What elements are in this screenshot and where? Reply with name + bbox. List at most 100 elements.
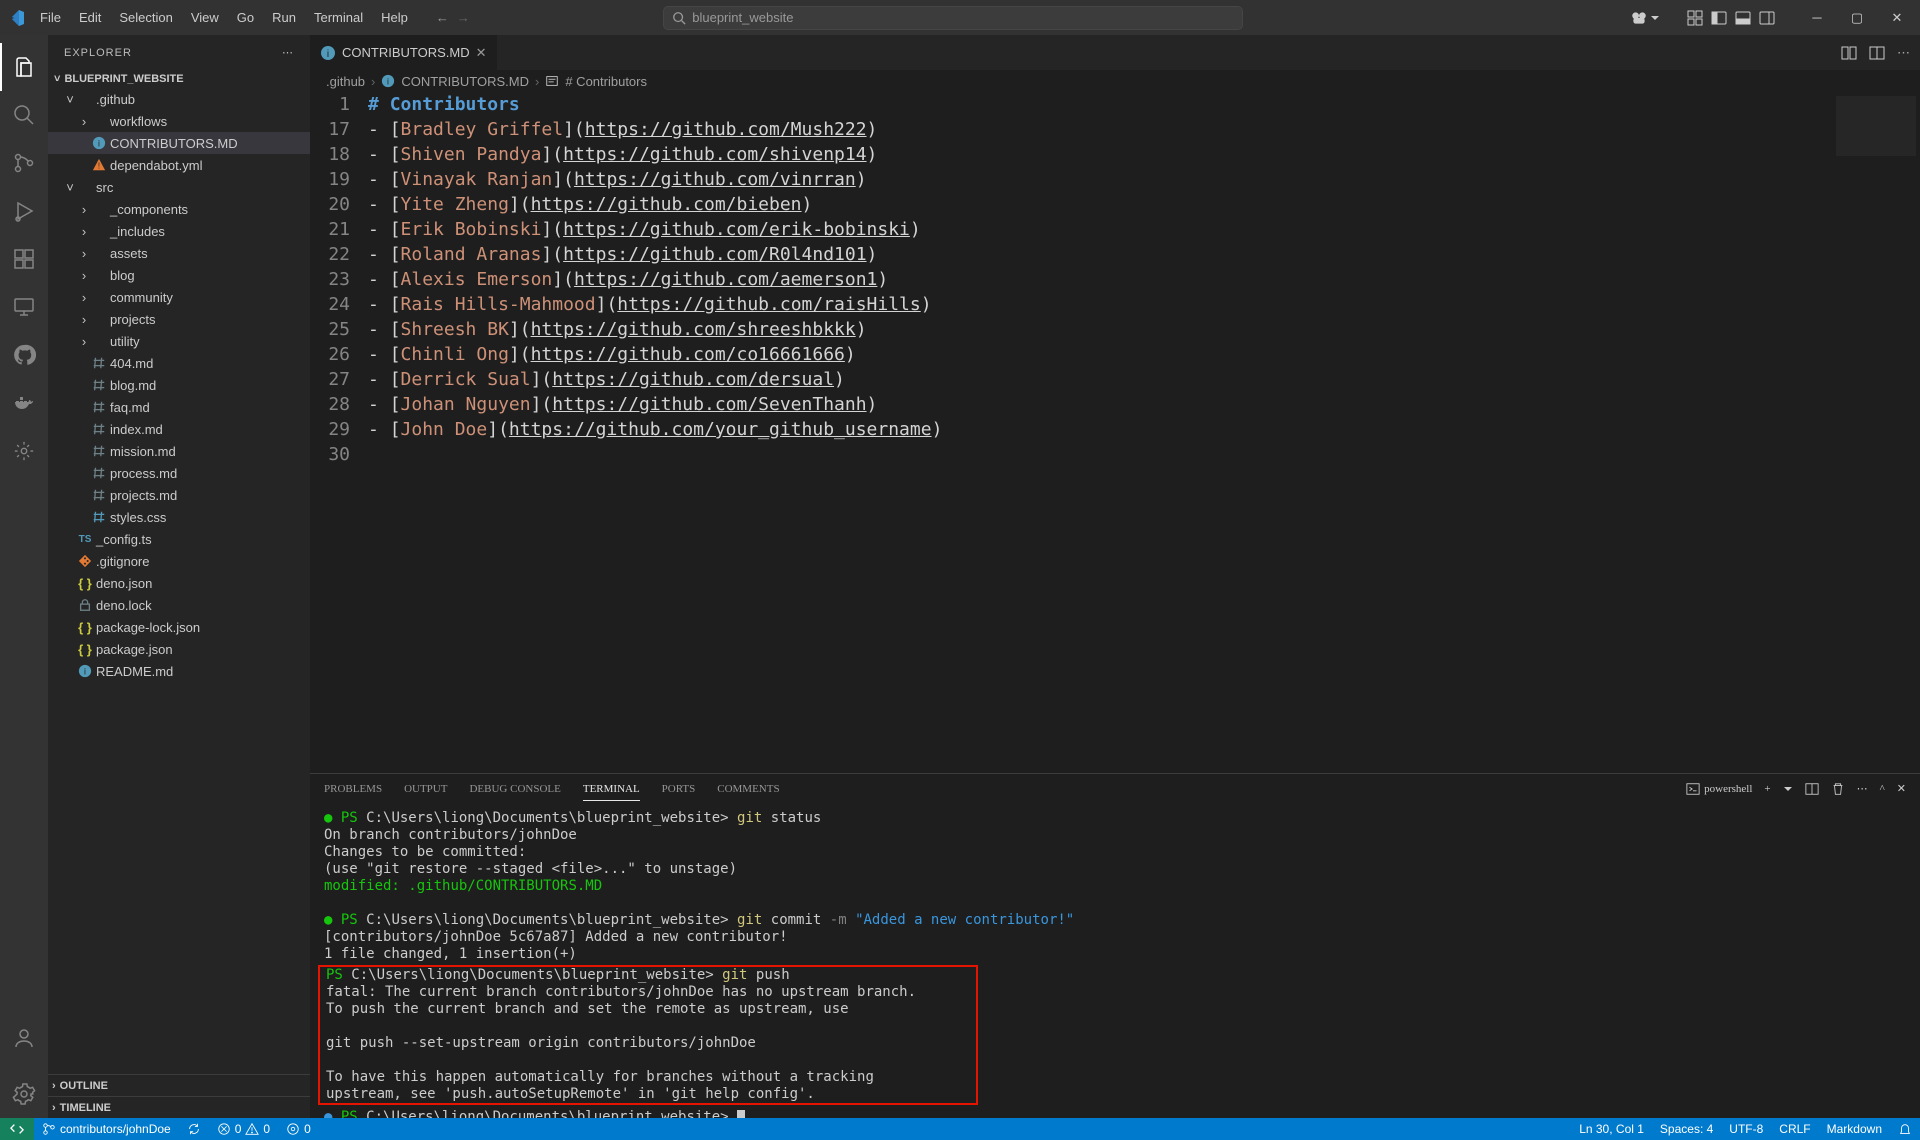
tree-item-package-json[interactable]: { }package.json [48,638,310,660]
title-bar: FileEditSelectionViewGoRunTerminalHelp ←… [0,0,1920,35]
command-center[interactable]: blueprint_website [663,6,1243,30]
tree-item-projects[interactable]: ›projects [48,308,310,330]
tree-item--config-ts[interactable]: TS_config.ts [48,528,310,550]
tree-item-workflows[interactable]: ›workflows [48,110,310,132]
github-icon[interactable] [0,331,48,379]
layout-sidebar-right-icon[interactable] [1759,10,1775,26]
tree-item-deno-lock[interactable]: deno.lock [48,594,310,616]
tree-item--github[interactable]: ˅.github [48,88,310,110]
language-mode[interactable]: Markdown [1819,1122,1890,1136]
remote-indicator-icon[interactable] [0,1118,34,1140]
search-activity-icon[interactable] [0,91,48,139]
tree-item-projects-md[interactable]: projects.md [48,484,310,506]
menu-view[interactable]: View [183,6,227,29]
sync-icon[interactable] [179,1122,209,1136]
panel-tab-comments[interactable]: COMMENTS [717,783,779,795]
panel-tab-debug-console[interactable]: DEBUG CONSOLE [469,783,560,795]
compare-changes-icon[interactable] [1841,45,1857,61]
menu-run[interactable]: Run [264,6,304,29]
new-terminal-icon[interactable]: + [1764,783,1770,795]
run-debug-icon[interactable] [0,187,48,235]
code-editor[interactable]: 11718192021222324252627282930 # Contribu… [310,92,1920,773]
menu-selection[interactable]: Selection [111,6,180,29]
menu-go[interactable]: Go [229,6,262,29]
timeline-section[interactable]: ›TIMELINE [48,1096,310,1118]
open-preview-icon[interactable] [1869,45,1885,61]
split-terminal-icon[interactable] [1805,782,1819,796]
panel-tab-terminal[interactable]: TERMINAL [583,783,640,801]
menu-edit[interactable]: Edit [71,6,109,29]
remote-explorer-icon[interactable] [0,283,48,331]
copilot-icon[interactable] [1630,9,1660,27]
settings-gear-icon[interactable] [0,427,48,475]
menu-terminal[interactable]: Terminal [306,6,371,29]
menu-help[interactable]: Help [373,6,416,29]
layout-sidebar-left-icon[interactable] [1711,10,1727,26]
outline-section[interactable]: ›OUTLINE [48,1074,310,1096]
nav-forward-icon[interactable]: → [457,10,470,25]
minimap[interactable] [1836,96,1916,156]
svg-text:i: i [387,77,389,87]
accounts-icon[interactable] [0,1014,48,1062]
tree-item-blog[interactable]: ›blog [48,264,310,286]
terminal-body[interactable]: ● PS C:\Users\liong\Documents\blueprint_… [310,804,1920,1118]
encoding[interactable]: UTF-8 [1721,1122,1771,1136]
source-control-icon[interactable] [0,139,48,187]
tree-item-faq-md[interactable]: faq.md [48,396,310,418]
errors-warnings[interactable]: 0 0 [209,1122,278,1136]
close-icon[interactable]: ✕ [1882,10,1912,26]
panel-tab-ports[interactable]: PORTS [662,783,696,795]
nav-back-icon[interactable]: ← [436,10,449,25]
tree-item-404-md[interactable]: 404.md [48,352,310,374]
docker-icon[interactable] [0,379,48,427]
eol[interactable]: CRLF [1771,1122,1818,1136]
extensions-icon[interactable] [0,235,48,283]
tree-item-readme-md[interactable]: iREADME.md [48,660,310,682]
terminal-profile[interactable]: powershell [1686,782,1752,796]
tree-item-dependabot-yml[interactable]: !dependabot.yml [48,154,310,176]
tree-item-src[interactable]: ˅src [48,176,310,198]
tree-item-mission-md[interactable]: mission.md [48,440,310,462]
indentation[interactable]: Spaces: 4 [1652,1122,1721,1136]
sidebar-title: EXPLORER [64,47,132,59]
tree-item-deno-json[interactable]: { }deno.json [48,572,310,594]
kill-terminal-icon[interactable] [1831,782,1845,796]
hash-icon [90,422,108,436]
ports[interactable]: 0 [278,1122,319,1136]
minimize-icon[interactable]: ─ [1802,10,1832,26]
layout-panel-icon[interactable] [1735,10,1751,26]
manage-icon[interactable] [0,1070,48,1118]
terminal-dropdown-icon[interactable] [1783,784,1793,794]
breadcrumbs[interactable]: .github› i CONTRIBUTORS.MD› # Contributo… [310,70,1920,92]
menu-file[interactable]: File [32,6,69,29]
project-header[interactable]: ˅BLUEPRINT_WEBSITE [48,70,310,88]
panel-tab-output[interactable]: OUTPUT [404,783,447,795]
tree-item--components[interactable]: ›_components [48,198,310,220]
cursor-position[interactable]: Ln 30, Col 1 [1571,1122,1652,1136]
notifications-icon[interactable] [1890,1122,1920,1136]
maximize-icon[interactable]: ▢ [1842,10,1872,26]
tree-item--gitignore[interactable]: .gitignore [48,550,310,572]
tab-close-icon[interactable]: ✕ [476,45,487,61]
tab-contributors[interactable]: i CONTRIBUTORS.MD ✕ [310,35,498,70]
tree-item-package-lock-json[interactable]: { }package-lock.json [48,616,310,638]
explorer-icon[interactable] [0,43,48,91]
svg-text:!: ! [98,162,100,171]
tree-item-blog-md[interactable]: blog.md [48,374,310,396]
tree-item-index-md[interactable]: index.md [48,418,310,440]
close-panel-icon[interactable]: ✕ [1897,782,1906,795]
panel-more-icon[interactable]: ⋯ [1857,782,1868,795]
more-actions-icon[interactable]: ⋯ [1897,45,1910,61]
tree-item-community[interactable]: ›community [48,286,310,308]
git-branch[interactable]: contributors/johnDoe [34,1122,179,1136]
panel-tab-problems[interactable]: PROBLEMS [324,783,382,795]
tree-item-contributors-md[interactable]: iCONTRIBUTORS.MD [48,132,310,154]
maximize-panel-icon[interactable]: ^ [1880,783,1885,795]
tree-item-process-md[interactable]: process.md [48,462,310,484]
tree-item-utility[interactable]: ›utility [48,330,310,352]
tree-item-assets[interactable]: ›assets [48,242,310,264]
tree-item-styles-css[interactable]: styles.css [48,506,310,528]
sidebar-more-icon[interactable]: ⋯ [282,46,294,59]
layout-customize-icon[interactable] [1687,10,1703,26]
tree-item--includes[interactable]: ›_includes [48,220,310,242]
